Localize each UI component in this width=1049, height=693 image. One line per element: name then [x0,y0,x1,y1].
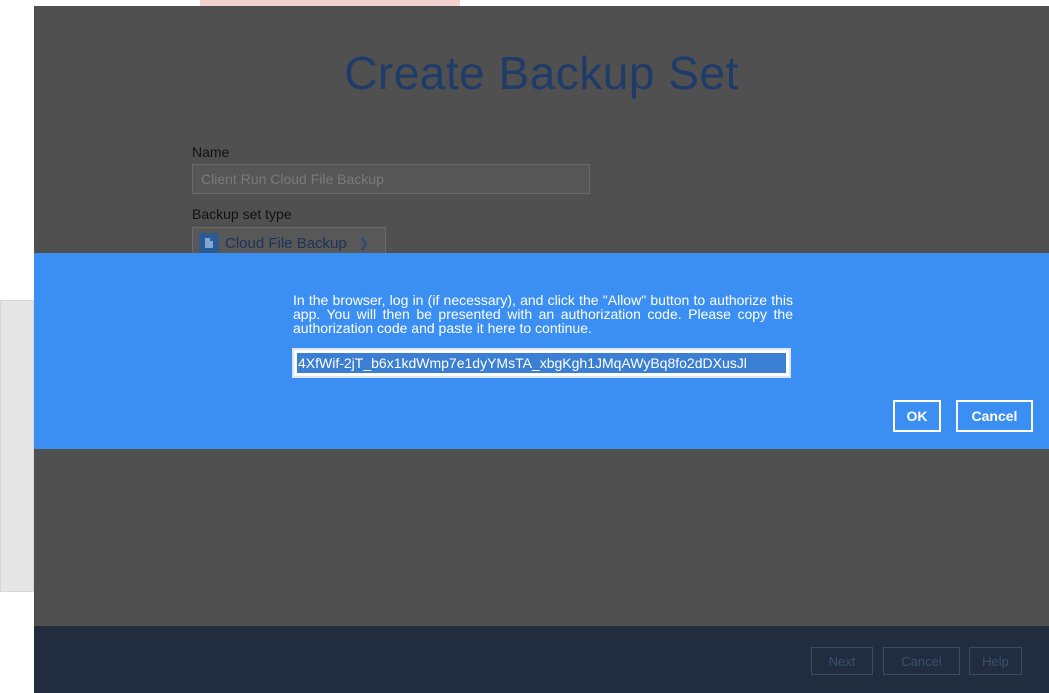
main-content: Create Backup Set Name Client Run Cloud … [34,6,1049,626]
background-window-edge [0,300,34,592]
dialog-cancel-button[interactable]: Cancel [956,400,1033,432]
ok-button[interactable]: OK [893,400,941,432]
cloud-file-backup-icon [199,233,219,253]
help-button[interactable]: Help [969,647,1022,675]
authorization-code-input[interactable]: 4XfWif-2jT_b6x1kdWmp7e1dyYMsTA_xbgKgh1JM… [292,348,791,378]
name-label: Name [192,144,230,160]
authorization-code-value: 4XfWif-2jT_b6x1kdWmp7e1dyYMsTA_xbgKgh1JM… [297,353,786,373]
name-field[interactable]: Client Run Cloud File Backup [192,164,590,194]
authorization-dialog: In the browser, log in (if necessary), a… [34,253,1049,449]
footer-cancel-button[interactable]: Cancel [883,647,960,675]
dialog-message: In the browser, log in (if necessary), a… [293,292,793,336]
backup-set-type-value: Cloud File Backup [225,234,347,252]
page-title: Create Backup Set [344,47,739,99]
app-window: Create Backup Set Name Client Run Cloud … [34,6,1049,693]
footer-bar: Next Cancel Help [34,626,1049,693]
chevron-down-icon: ❯ [358,236,369,250]
next-button[interactable]: Next [811,647,873,675]
backup-set-type-label: Backup set type [192,206,292,222]
